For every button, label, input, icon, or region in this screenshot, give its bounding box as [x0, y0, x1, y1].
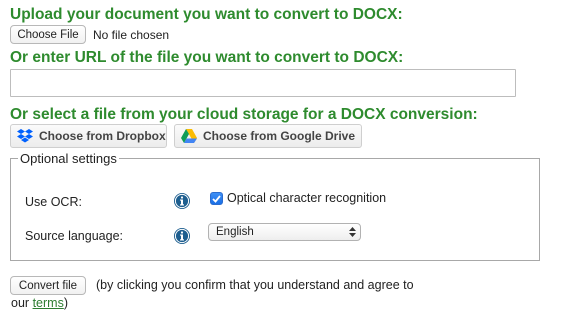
- google-drive-icon: [181, 129, 197, 143]
- source-language-select[interactable]: English: [208, 223, 361, 241]
- select-arrows-icon: [349, 227, 356, 237]
- dropbox-button-label: Choose from Dropbox: [39, 129, 166, 143]
- upload-heading: Upload your document you want to convert…: [10, 6, 403, 23]
- dropbox-button[interactable]: Choose from Dropbox: [10, 124, 167, 148]
- url-heading: Or enter URL of the file you want to con…: [10, 49, 404, 66]
- agreement-suffix: ): [63, 296, 68, 310]
- info-icon[interactable]: [174, 193, 190, 209]
- google-drive-button-label: Choose from Google Drive: [203, 129, 356, 143]
- info-icon[interactable]: [174, 228, 190, 244]
- file-status-text: No file chosen: [93, 28, 170, 42]
- terms-link[interactable]: terms: [33, 296, 64, 310]
- choose-file-button[interactable]: Choose File: [10, 25, 86, 44]
- dropbox-icon: [17, 129, 33, 143]
- ocr-label: Use OCR:: [25, 195, 82, 209]
- agreement-note: (by clicking you confirm that you unders…: [96, 278, 414, 292]
- convert-file-button[interactable]: Convert file: [10, 276, 86, 295]
- source-language-label: Source language:: [25, 229, 123, 243]
- source-language-value: English: [216, 226, 254, 238]
- optional-settings-box: [10, 158, 540, 261]
- checkmark-icon: [212, 194, 221, 203]
- optional-settings-legend: Optional settings: [18, 151, 119, 166]
- google-drive-button[interactable]: Choose from Google Drive: [174, 124, 362, 148]
- cloud-heading: Or select a file from your cloud storage…: [10, 106, 478, 123]
- ocr-checkbox-label[interactable]: Optical character recognition: [227, 191, 386, 205]
- agreement-note-line2: our terms): [11, 296, 68, 310]
- ocr-checkbox[interactable]: [210, 192, 223, 205]
- agreement-prefix: our: [11, 296, 30, 310]
- url-input[interactable]: [10, 69, 516, 97]
